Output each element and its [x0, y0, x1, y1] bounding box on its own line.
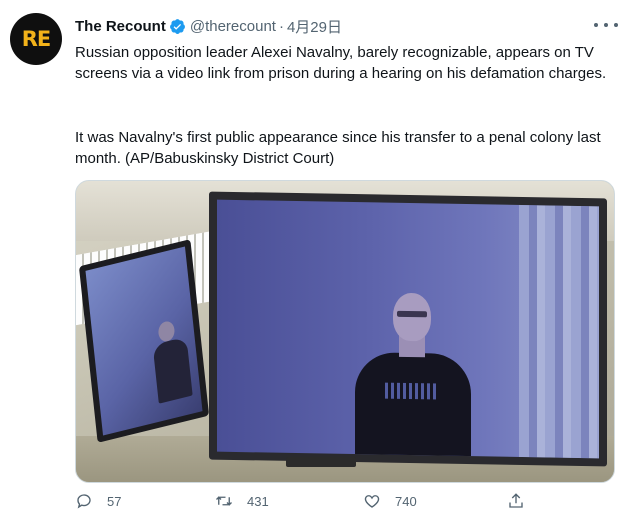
tweet-date[interactable]: 4月29日	[287, 16, 342, 37]
reply-button[interactable]: 57	[75, 489, 121, 513]
handle[interactable]: @therecount	[190, 18, 276, 35]
tweet-text-paragraph-1: Russian opposition leader Alexei Navalny…	[75, 44, 607, 82]
heart-icon	[364, 495, 380, 508]
small-tv-screen	[78, 239, 210, 443]
tweet-photo[interactable]	[75, 180, 615, 483]
reply-count: 57	[107, 493, 122, 509]
main-tv-screen	[209, 191, 607, 467]
tweet-actions: 57 431 740	[75, 493, 555, 515]
retweet-count: 431	[247, 493, 269, 509]
separator-dot: ·	[278, 17, 284, 35]
avatar-logo-text: RE	[21, 27, 51, 51]
tweet-header: The Recount @therecount · 4月29日	[75, 15, 342, 37]
tweet-text-paragraph-2: It was Navalny's first public appearance…	[75, 129, 601, 167]
reply-icon	[77, 494, 91, 509]
retweet-icon	[216, 496, 232, 506]
more-icon[interactable]	[594, 18, 618, 32]
display-name[interactable]: The Recount	[75, 18, 166, 35]
tweet[interactable]: RE The Recount @therecount · 4月29日 Russi…	[0, 0, 640, 515]
retweet-button[interactable]: 431	[215, 489, 269, 513]
like-button[interactable]: 740	[363, 489, 417, 513]
avatar[interactable]: RE	[10, 13, 62, 65]
share-button[interactable]	[507, 489, 539, 513]
verified-badge-icon	[169, 18, 185, 34]
share-icon	[509, 493, 523, 508]
like-count: 740	[395, 493, 417, 509]
